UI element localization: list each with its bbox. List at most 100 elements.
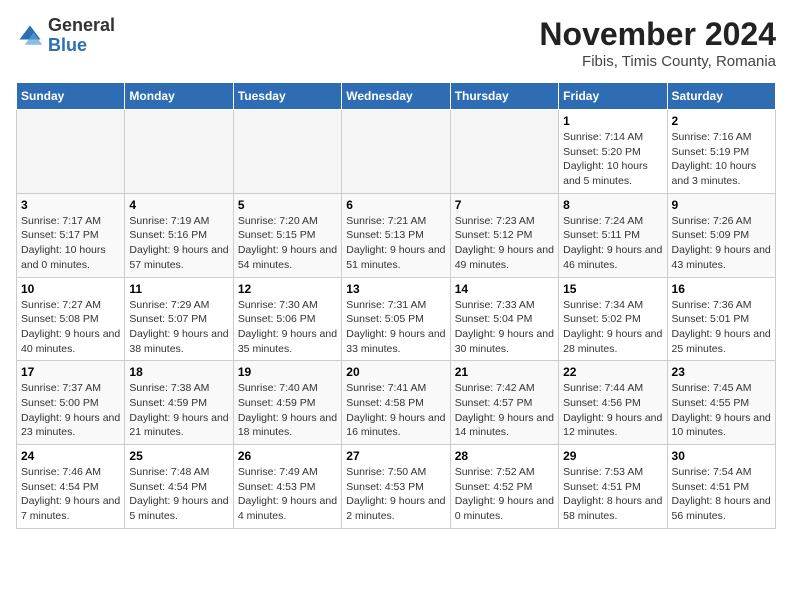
day-number: 13 [346,282,445,296]
day-info: Sunrise: 7:34 AM Sunset: 5:02 PM Dayligh… [563,298,662,357]
calendar-week-row: 3 Sunrise: 7:17 AM Sunset: 5:17 PM Daylig… [17,193,776,277]
day-info: Sunrise: 7:53 AM Sunset: 4:51 PM Dayligh… [563,465,662,524]
calendar-day-cell [342,110,450,194]
logo-blue-text: Blue [48,35,87,55]
day-info: Sunrise: 7:21 AM Sunset: 5:13 PM Dayligh… [346,214,445,273]
day-number: 3 [21,198,120,212]
calendar-day-cell: 5Sunrise: 7:20 AM Sunset: 5:15 PM Daylig… [233,193,341,277]
calendar-day-cell: 21 Sunrise: 7:42 AM Sunset: 4:57 PM Dayli… [450,361,558,445]
day-info: Sunrise: 7:44 AM Sunset: 4:56 PM Dayligh… [563,381,662,440]
calendar-day-cell: 12 Sunrise: 7:30 AM Sunset: 5:06 PM Dayli… [233,277,341,361]
header: General Blue November 2024 Fibis, Timis … [16,16,776,70]
calendar-day-cell [450,110,558,194]
day-number: 4 [129,198,228,212]
weekday-header: Friday [559,83,667,110]
day-number: 8 [563,198,662,212]
day-info: Sunrise: 7:48 AM Sunset: 4:54 PM Dayligh… [129,465,228,524]
day-info: Sunrise: 7:29 AM Sunset: 5:07 PM Dayligh… [129,298,228,357]
calendar-day-cell: 4 Sunrise: 7:19 AM Sunset: 5:16 PM Daylig… [125,193,233,277]
calendar-day-cell: 17Sunrise: 7:37 AM Sunset: 5:00 PM Dayli… [17,361,125,445]
day-info: Sunrise: 7:42 AM Sunset: 4:57 PM Dayligh… [455,381,554,440]
day-number: 1 [563,114,662,128]
calendar-day-cell: 19 Sunrise: 7:40 AM Sunset: 4:59 PM Dayli… [233,361,341,445]
day-number: 12 [238,282,337,296]
calendar-day-cell: 10 Sunrise: 7:27 AM Sunset: 5:08 PM Dayli… [17,277,125,361]
day-number: 7 [455,198,554,212]
calendar-day-cell: 20Sunrise: 7:41 AM Sunset: 4:58 PM Dayli… [342,361,450,445]
title-area: November 2024 Fibis, Timis County, Roman… [539,16,776,70]
day-number: 29 [563,449,662,463]
day-number: 19 [238,365,337,379]
day-info: Sunrise: 7:54 AM Sunset: 4:51 PM Dayligh… [672,465,771,524]
day-number: 24 [21,449,120,463]
calendar-day-cell: 16Sunrise: 7:36 AM Sunset: 5:01 PM Dayli… [667,277,775,361]
calendar-day-cell [233,110,341,194]
calendar-day-cell: 8Sunrise: 7:24 AM Sunset: 5:11 PM Daylig… [559,193,667,277]
calendar-day-cell: 15 Sunrise: 7:34 AM Sunset: 5:02 PM Dayli… [559,277,667,361]
day-number: 15 [563,282,662,296]
day-info: Sunrise: 7:50 AM Sunset: 4:53 PM Dayligh… [346,465,445,524]
calendar-day-cell: 28 Sunrise: 7:52 AM Sunset: 4:52 PM Dayli… [450,445,558,529]
calendar-day-cell: 25 Sunrise: 7:48 AM Sunset: 4:54 PM Dayli… [125,445,233,529]
day-number: 25 [129,449,228,463]
day-info: Sunrise: 7:26 AM Sunset: 5:09 PM Dayligh… [672,214,771,273]
day-number: 23 [672,365,771,379]
calendar-day-cell: 11 Sunrise: 7:29 AM Sunset: 5:07 PM Dayli… [125,277,233,361]
calendar-day-cell [125,110,233,194]
calendar-day-cell: 30Sunrise: 7:54 AM Sunset: 4:51 PM Dayli… [667,445,775,529]
calendar-week-row: 17Sunrise: 7:37 AM Sunset: 5:00 PM Dayli… [17,361,776,445]
calendar-day-cell: 14Sunrise: 7:33 AM Sunset: 5:04 PM Dayli… [450,277,558,361]
calendar: SundayMondayTuesdayWednesdayThursdayFrid… [16,82,776,529]
day-info: Sunrise: 7:17 AM Sunset: 5:17 PM Dayligh… [21,214,120,273]
logo-general-text: General [48,15,115,35]
day-number: 28 [455,449,554,463]
calendar-day-cell: 29 Sunrise: 7:53 AM Sunset: 4:51 PM Dayli… [559,445,667,529]
weekday-header: Sunday [17,83,125,110]
weekday-header: Wednesday [342,83,450,110]
weekday-header-row: SundayMondayTuesdayWednesdayThursdayFrid… [17,83,776,110]
calendar-day-cell: 3 Sunrise: 7:17 AM Sunset: 5:17 PM Daylig… [17,193,125,277]
day-info: Sunrise: 7:16 AM Sunset: 5:19 PM Dayligh… [672,130,771,189]
day-info: Sunrise: 7:36 AM Sunset: 5:01 PM Dayligh… [672,298,771,357]
weekday-header: Saturday [667,83,775,110]
weekday-header: Tuesday [233,83,341,110]
day-number: 2 [672,114,771,128]
day-info: Sunrise: 7:30 AM Sunset: 5:06 PM Dayligh… [238,298,337,357]
day-info: Sunrise: 7:45 AM Sunset: 4:55 PM Dayligh… [672,381,771,440]
calendar-day-cell: 1 Sunrise: 7:14 AM Sunset: 5:20 PM Daylig… [559,110,667,194]
month-title: November 2024 [539,16,776,53]
day-number: 11 [129,282,228,296]
day-number: 6 [346,198,445,212]
weekday-header: Monday [125,83,233,110]
day-info: Sunrise: 7:19 AM Sunset: 5:16 PM Dayligh… [129,214,228,273]
calendar-week-row: 1 Sunrise: 7:14 AM Sunset: 5:20 PM Daylig… [17,110,776,194]
calendar-day-cell: 22 Sunrise: 7:44 AM Sunset: 4:56 PM Dayli… [559,361,667,445]
day-info: Sunrise: 7:38 AM Sunset: 4:59 PM Dayligh… [129,381,228,440]
calendar-day-cell: 26 Sunrise: 7:49 AM Sunset: 4:53 PM Dayli… [233,445,341,529]
day-info: Sunrise: 7:27 AM Sunset: 5:08 PM Dayligh… [21,298,120,357]
logo: General Blue [16,16,115,56]
day-number: 9 [672,198,771,212]
day-info: Sunrise: 7:23 AM Sunset: 5:12 PM Dayligh… [455,214,554,273]
day-number: 26 [238,449,337,463]
calendar-day-cell: 7 Sunrise: 7:23 AM Sunset: 5:12 PM Daylig… [450,193,558,277]
location-subtitle: Fibis, Timis County, Romania [539,53,776,70]
calendar-day-cell: 23 Sunrise: 7:45 AM Sunset: 4:55 PM Dayli… [667,361,775,445]
day-info: Sunrise: 7:52 AM Sunset: 4:52 PM Dayligh… [455,465,554,524]
calendar-day-cell: 27 Sunrise: 7:50 AM Sunset: 4:53 PM Dayli… [342,445,450,529]
day-number: 18 [129,365,228,379]
calendar-week-row: 10 Sunrise: 7:27 AM Sunset: 5:08 PM Dayli… [17,277,776,361]
day-info: Sunrise: 7:14 AM Sunset: 5:20 PM Dayligh… [563,130,662,189]
day-number: 10 [21,282,120,296]
day-info: Sunrise: 7:20 AM Sunset: 5:15 PM Dayligh… [238,214,337,273]
calendar-day-cell: 24Sunrise: 7:46 AM Sunset: 4:54 PM Dayli… [17,445,125,529]
day-info: Sunrise: 7:31 AM Sunset: 5:05 PM Dayligh… [346,298,445,357]
day-number: 21 [455,365,554,379]
day-number: 27 [346,449,445,463]
day-number: 22 [563,365,662,379]
calendar-day-cell: 18 Sunrise: 7:38 AM Sunset: 4:59 PM Dayli… [125,361,233,445]
day-info: Sunrise: 7:40 AM Sunset: 4:59 PM Dayligh… [238,381,337,440]
calendar-day-cell [17,110,125,194]
day-info: Sunrise: 7:49 AM Sunset: 4:53 PM Dayligh… [238,465,337,524]
logo-icon [16,22,44,50]
